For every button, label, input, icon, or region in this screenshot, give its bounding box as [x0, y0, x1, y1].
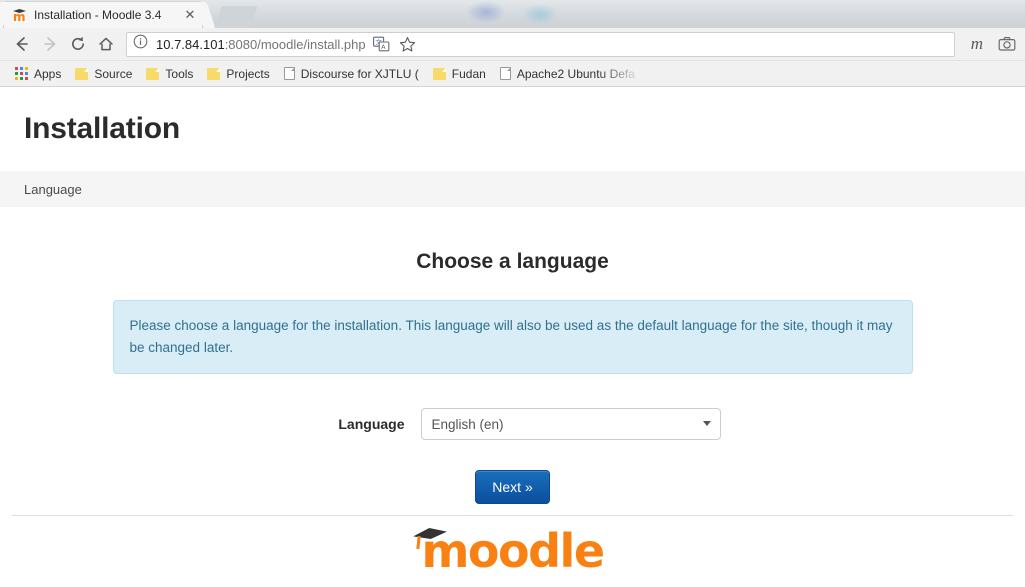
- tab-strip: m Installation - Moodle 3.4 ✕: [0, 0, 1025, 28]
- back-button[interactable]: [8, 30, 36, 58]
- translate-icon[interactable]: 文 A: [372, 34, 392, 54]
- main-content: Choose a language Please choose a langua…: [112, 207, 913, 504]
- document-icon: [283, 67, 295, 80]
- document-icon: [499, 67, 511, 80]
- moodle-wordmark: moodle: [421, 524, 605, 578]
- m-extension-icon[interactable]: m: [971, 34, 983, 54]
- language-select[interactable]: English (en): [420, 408, 721, 440]
- button-row: Next »: [113, 470, 913, 504]
- moodle-logo-text: moodle: [421, 524, 605, 578]
- bookmark-discourse[interactable]: Discourse for XJTLU (: [277, 65, 426, 83]
- bookmark-label: Projects: [226, 66, 270, 81]
- browser-window: m Installation - Moodle 3.4 ✕ 10.7.84.10…: [0, 0, 1025, 587]
- address-bar[interactable]: 10.7.84.101:8080/moodle/install.php 文 A: [126, 31, 955, 57]
- home-button[interactable]: [92, 30, 120, 58]
- next-button[interactable]: Next »: [475, 470, 550, 504]
- extensions-area: m: [961, 34, 1017, 54]
- browser-tab[interactable]: m Installation - Moodle 3.4 ✕: [4, 2, 202, 28]
- bookmark-fudan[interactable]: Fudan: [426, 65, 493, 83]
- bookmark-label: Apps: [34, 66, 62, 81]
- info-alert: Please choose a language for the install…: [112, 300, 913, 374]
- language-form-row: Language English (en): [113, 408, 913, 440]
- bookmark-label: Source: [94, 66, 133, 81]
- moodle-favicon: m: [13, 9, 26, 24]
- bookmark-label: Apache2 Ubuntu Defa: [516, 66, 635, 81]
- home-icon: [99, 37, 113, 51]
- forward-button[interactable]: [36, 30, 64, 58]
- footer-divider: [12, 515, 1013, 516]
- section-heading: Choose a language: [416, 250, 609, 273]
- bookmark-label: Discourse for XJTLU (: [300, 66, 419, 81]
- bookmark-apache2[interactable]: Apache2 Ubuntu Defa: [493, 65, 642, 83]
- reload-button[interactable]: [64, 30, 92, 58]
- bookmark-label: Fudan: [451, 66, 486, 81]
- bookmarks-bar: Apps Source Tools Projects Discourse for…: [0, 61, 1025, 87]
- bookmark-label: Tools: [165, 66, 194, 81]
- folder-icon: [432, 67, 446, 80]
- breadcrumb-item-language: Language: [24, 181, 82, 197]
- bookmark-projects[interactable]: Projects: [200, 65, 276, 83]
- apps-grid-icon: [15, 67, 28, 80]
- svg-text:A: A: [381, 43, 386, 51]
- bookmark-apps[interactable]: Apps: [8, 65, 68, 83]
- arrow-right-icon: [44, 37, 56, 51]
- url-path: :8080/moodle/install.php: [224, 36, 366, 52]
- url-text: 10.7.84.101:8080/moodle/install.php: [156, 37, 366, 52]
- reload-icon: [72, 36, 84, 50]
- page-body: Installation Language Choose a language …: [0, 87, 1025, 586]
- navigation-toolbar: 10.7.84.101:8080/moodle/install.php 文 A: [0, 28, 1025, 61]
- bookmark-source[interactable]: Source: [68, 65, 139, 83]
- new-tab-button[interactable]: [214, 6, 258, 28]
- language-label: Language: [338, 416, 405, 432]
- language-select-wrapper: English (en): [420, 408, 721, 440]
- bookmark-tools[interactable]: Tools: [139, 65, 200, 83]
- star-icon[interactable]: [398, 34, 418, 54]
- tab-title: Installation - Moodle 3.4: [34, 8, 162, 22]
- arrow-left-icon: [16, 37, 28, 51]
- camera-extension-icon[interactable]: [997, 34, 1017, 54]
- url-host: 10.7.84.101: [156, 36, 225, 52]
- footer-logo: moodle: [0, 527, 1025, 575]
- breadcrumb: Language: [0, 171, 1025, 207]
- page-title: Installation: [24, 112, 180, 145]
- close-icon[interactable]: ✕: [182, 7, 198, 23]
- page-info-icon[interactable]: [133, 34, 149, 54]
- folder-icon: [75, 67, 89, 80]
- folder-icon: [146, 67, 160, 80]
- folder-icon: [207, 67, 221, 80]
